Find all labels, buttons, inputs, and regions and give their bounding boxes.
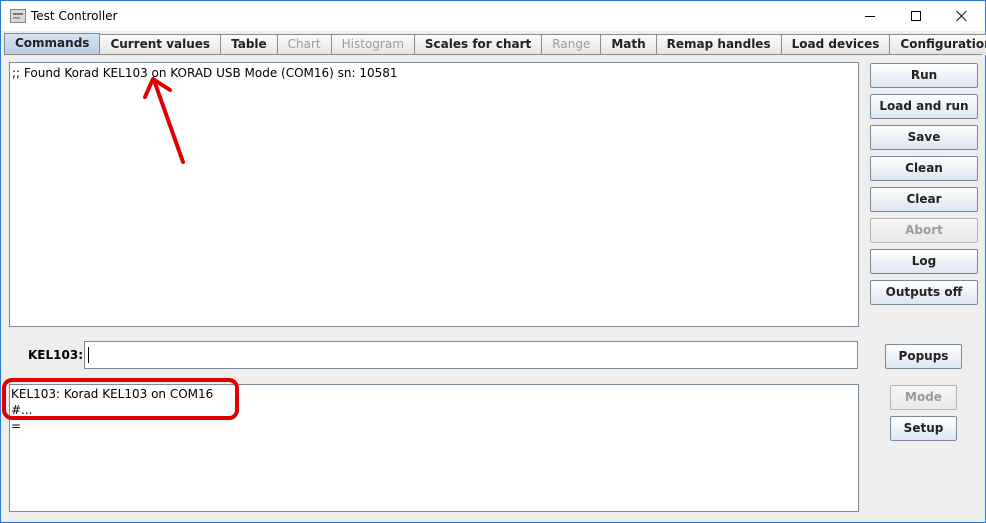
abort-button[interactable]: Abort bbox=[870, 218, 978, 243]
tab-commands[interactable]: Commands bbox=[4, 33, 101, 55]
outputs-off-button[interactable]: Outputs off bbox=[870, 280, 978, 305]
popups-button[interactable]: Popups bbox=[885, 344, 962, 369]
tab-table[interactable]: Table bbox=[221, 34, 278, 55]
app-icon bbox=[10, 9, 26, 23]
mode-button[interactable]: Mode bbox=[890, 385, 957, 410]
tab-scales-for-chart[interactable]: Scales for chart bbox=[414, 34, 543, 55]
save-button[interactable]: Save bbox=[870, 125, 978, 150]
tab-bar: Commands Current values Table Chart Hist… bbox=[4, 33, 986, 55]
clean-button[interactable]: Clean bbox=[870, 156, 978, 181]
log-line: ;; Found Korad KEL103 on KORAD USB Mode … bbox=[12, 66, 398, 80]
tab-remap-handles[interactable]: Remap handles bbox=[656, 34, 782, 55]
annotation-highlight-box bbox=[2, 378, 239, 420]
maximize-icon bbox=[911, 11, 921, 21]
minimize-icon bbox=[865, 15, 875, 17]
tab-range[interactable]: Range bbox=[542, 34, 602, 55]
tab-configuration[interactable]: Configuration bbox=[890, 34, 986, 55]
run-button[interactable]: Run bbox=[870, 63, 978, 88]
close-button[interactable] bbox=[939, 1, 985, 31]
tab-current-values[interactable]: Current values bbox=[100, 34, 222, 55]
tab-histogram[interactable]: Histogram bbox=[331, 34, 415, 55]
tab-chart[interactable]: Chart bbox=[277, 34, 332, 55]
output-line: = bbox=[11, 419, 22, 433]
device-label: KEL103: bbox=[28, 348, 83, 362]
maximize-button[interactable] bbox=[893, 1, 939, 31]
title-bar[interactable]: Test Controller bbox=[1, 1, 985, 31]
window-title: Test Controller bbox=[31, 9, 118, 23]
setup-button[interactable]: Setup bbox=[890, 416, 957, 441]
command-log-area[interactable]: ;; Found Korad KEL103 on KORAD USB Mode … bbox=[9, 62, 859, 327]
annotation-arrow bbox=[143, 77, 185, 164]
command-input[interactable] bbox=[84, 341, 858, 369]
tab-math[interactable]: Math bbox=[601, 34, 657, 55]
log-button[interactable]: Log bbox=[870, 249, 978, 274]
text-caret bbox=[88, 347, 89, 363]
tab-load-devices[interactable]: Load devices bbox=[781, 34, 891, 55]
test-controller-window: Test Controller Commands Current values … bbox=[0, 0, 986, 523]
minimize-button[interactable] bbox=[847, 1, 893, 31]
load-and-run-button[interactable]: Load and run bbox=[870, 94, 978, 119]
tab-content-divider bbox=[4, 54, 982, 55]
close-icon bbox=[956, 10, 968, 22]
clear-button[interactable]: Clear bbox=[870, 187, 978, 212]
